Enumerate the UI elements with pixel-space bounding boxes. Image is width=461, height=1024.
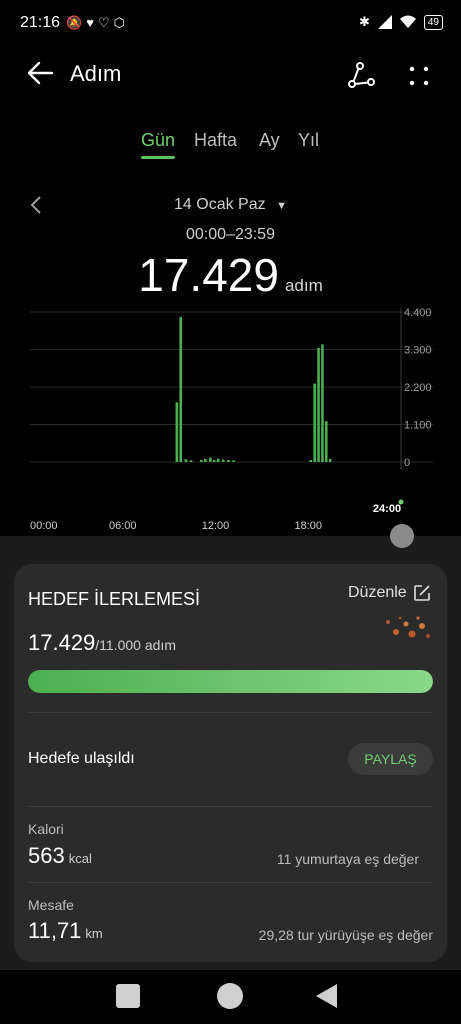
home-icon[interactable]	[217, 983, 243, 1009]
calories-value: 563 kcal	[28, 843, 92, 869]
edit-icon	[413, 585, 430, 601]
step-count: 17.429	[138, 249, 279, 301]
y-tick-label: 3.300	[404, 345, 432, 357]
period-tabs: Gün Hafta Ay Yıl	[0, 128, 461, 162]
chart-bar	[227, 459, 230, 462]
share-icon[interactable]	[346, 60, 376, 90]
chart-bar	[232, 460, 235, 462]
app-bar: Adım	[0, 48, 461, 100]
settings-icon: ⬡	[113, 15, 129, 30]
bluetooth-icon: ✱	[358, 14, 370, 29]
chart-bar	[175, 402, 179, 462]
goal-progress-text: 17.429/11.000 adım	[28, 630, 176, 656]
chart-bar	[328, 458, 332, 462]
chart-bar	[317, 347, 320, 462]
chart-bar	[209, 457, 212, 462]
back-arrow-icon[interactable]	[26, 58, 56, 88]
chart-bar	[221, 459, 225, 462]
date-selector[interactable]: 14 Ocak Paz ▼	[0, 196, 461, 214]
status-time: 21:16	[20, 14, 61, 31]
goal-reached-label: Hedefe ulaşıldı	[28, 750, 135, 767]
distance-label: Mesafe	[28, 897, 74, 913]
divider	[28, 712, 433, 713]
mute-icon: 🔕	[66, 15, 87, 30]
tab-week[interactable]: Hafta	[194, 130, 237, 151]
chart-bar	[189, 460, 193, 462]
edit-goal-button[interactable]: Düzenle	[348, 584, 431, 602]
tab-day[interactable]: Gün	[141, 130, 175, 151]
time-range: 00:00–23:59	[186, 226, 275, 243]
distance-equivalent: 29,28 tur yürüyüşe eş değer	[258, 927, 433, 943]
chart-bar	[313, 383, 316, 462]
current-time-dot	[398, 499, 404, 505]
system-icons: ✱ 49	[359, 14, 443, 30]
step-unit: adım	[284, 276, 323, 295]
x-tick-label: 00:00	[30, 520, 58, 532]
y-tick-label: 4.400	[404, 307, 432, 319]
edit-label: Düzenle	[348, 584, 407, 601]
chart-bar	[309, 459, 313, 462]
chart-bar	[179, 317, 183, 462]
heart-icon: ♡	[97, 15, 114, 30]
chart-bar	[184, 459, 188, 462]
chart-bar	[203, 458, 207, 462]
chart-bar	[200, 459, 203, 462]
goal-title: HEDEF İLERLEMESİ	[28, 589, 201, 609]
date-label: 14 Ocak Paz	[174, 196, 266, 213]
x-tick-label: 12:00	[202, 520, 230, 532]
active-tab-indicator	[141, 156, 175, 159]
calories-equivalent: 11 yumurtaya eş değer	[276, 851, 419, 867]
y-tick-label: 0	[404, 457, 410, 469]
chart-bar	[321, 344, 324, 462]
more-options-icon[interactable]	[406, 60, 432, 90]
signal-icon	[377, 15, 392, 29]
chart-bar	[212, 459, 216, 462]
recents-icon[interactable]	[116, 984, 140, 1008]
distance-unit: km	[85, 926, 103, 941]
notification-icons: 🔕♥♡⬡	[66, 15, 129, 31]
calories-number: 563	[28, 843, 65, 868]
chart-bar	[324, 421, 328, 462]
dropdown-caret-icon: ▼	[276, 200, 287, 212]
wifi-icon	[399, 15, 416, 28]
goal-progress-fill	[28, 670, 433, 693]
share-button[interactable]: PAYLAŞ	[348, 743, 433, 775]
chart-bar	[216, 458, 220, 462]
x-tick-label: 18:00	[294, 520, 322, 532]
calories-label: Kalori	[28, 821, 64, 837]
divider	[28, 806, 433, 807]
distance-number: 11,71	[28, 918, 82, 943]
distance-value: 11,71 km	[28, 918, 103, 944]
tab-month[interactable]: Ay	[259, 130, 280, 151]
nav-back-icon[interactable]	[316, 984, 337, 1008]
divider	[28, 882, 433, 883]
steps-chart: 4.400 3.300 2.200 1.100 0 00:00 06:00 12:00 18:0…	[30, 307, 433, 532]
x-tick-label: 06:00	[109, 520, 137, 532]
tab-year[interactable]: Yıl	[298, 130, 319, 151]
goal-current: 17.429	[28, 630, 96, 655]
goal-decoration-icon	[386, 616, 430, 638]
battery-icon: 49	[423, 14, 443, 30]
step-total: 17.429 adım	[0, 248, 461, 302]
goal-target: /11.000 adım	[95, 637, 176, 653]
goal-progress-bar	[28, 670, 433, 693]
heart-rate-icon: ♥	[86, 15, 98, 30]
calories-unit: kcal	[68, 851, 92, 866]
chart-scrubber[interactable]	[356, 506, 456, 566]
status-bar: 21:16 🔕♥♡⬡ ✱ 49	[0, 0, 461, 44]
page-title: Adım	[70, 61, 122, 86]
y-tick-label: 2.200	[404, 382, 432, 394]
y-tick-label: 1.100	[404, 420, 432, 432]
